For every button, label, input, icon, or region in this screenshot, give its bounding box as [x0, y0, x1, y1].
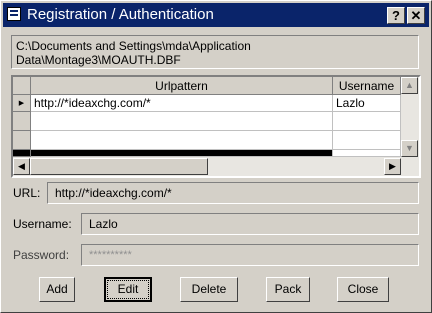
pack-button[interactable]: Pack: [266, 277, 310, 302]
username-label: Username:: [13, 217, 72, 231]
edit-button-label: Edit: [117, 282, 139, 296]
table-app-icon: [7, 7, 21, 21]
grid-row-partial: [333, 150, 401, 157]
scroll-right-icon[interactable]: ▶: [384, 158, 401, 175]
close-button[interactable]: Close: [337, 277, 389, 302]
scroll-left-icon[interactable]: ◀: [13, 158, 30, 175]
title-bar: Registration / Authentication ? ✕: [3, 3, 429, 27]
column-header-username[interactable]: Username: [333, 77, 401, 95]
auth-grid[interactable]: Urlpattern Username ▶ http://*ideaxchg.c…: [11, 75, 421, 178]
close-button-label: Close: [347, 282, 379, 296]
registration-window: Registration / Authentication ? ✕ C:\Doc…: [0, 0, 432, 313]
grid-corner: [13, 77, 31, 95]
url-field[interactable]: http://*ideaxchg.com/*: [47, 182, 419, 204]
horizontal-scrollbar[interactable]: ◀ ▶: [13, 157, 419, 176]
row-selector[interactable]: [13, 112, 31, 131]
cell-urlpattern[interactable]: [31, 131, 333, 150]
username-field[interactable]: Lazlo: [81, 213, 419, 235]
row-pointer-icon[interactable]: ▶: [13, 95, 31, 112]
scroll-down-icon[interactable]: ▼: [401, 140, 418, 157]
add-button[interactable]: Add: [39, 277, 75, 302]
pack-button-label: Pack: [274, 282, 302, 296]
password-label: Password:: [13, 248, 70, 262]
scroll-up-icon[interactable]: ▲: [401, 77, 418, 94]
vertical-scrollbar[interactable]: ▲ ▼: [401, 77, 419, 157]
row-selector: [13, 150, 31, 157]
cell-username[interactable]: [333, 131, 401, 150]
window-title: Registration / Authentication: [27, 6, 214, 23]
scroll-thumb[interactable]: [30, 158, 208, 175]
delete-button[interactable]: Delete: [180, 277, 238, 302]
delete-button-label: Delete: [191, 282, 227, 296]
column-header-urlpattern[interactable]: Urlpattern: [31, 77, 333, 95]
help-button[interactable]: ?: [387, 7, 405, 24]
cell-urlpattern[interactable]: http://*ideaxchg.com/*: [31, 95, 333, 112]
database-path: C:\Documents and Settings\mda\Applicatio…: [11, 35, 419, 69]
password-field[interactable]: **********: [81, 244, 419, 266]
row-selector[interactable]: [13, 131, 31, 150]
cell-username[interactable]: Lazlo: [333, 95, 401, 112]
close-window-button[interactable]: ✕: [407, 7, 425, 24]
grid-row-partial: [31, 150, 333, 157]
url-label: URL:: [13, 186, 41, 200]
add-button-label: Add: [46, 282, 68, 296]
cell-username[interactable]: [333, 112, 401, 131]
cell-urlpattern[interactable]: [31, 112, 333, 131]
edit-button[interactable]: Edit: [104, 277, 152, 302]
